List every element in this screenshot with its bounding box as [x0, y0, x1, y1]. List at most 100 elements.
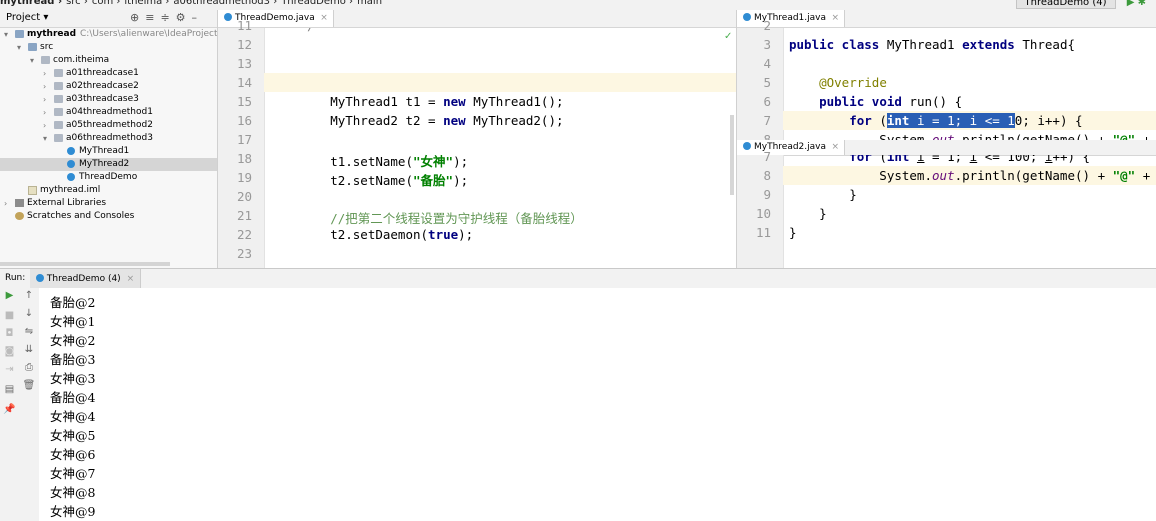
scroll-to-end-icon[interactable]: ⇊ [19, 344, 39, 355]
chevron-right-icon[interactable]: › [4, 197, 12, 210]
code-line[interactable]: @Override [789, 75, 887, 90]
camera-icon[interactable]: ◘ [0, 328, 19, 339]
breadcrumb-item[interactable]: a06threadmethod3 › [173, 0, 277, 7]
tree-item[interactable]: › a04threadmethod1 [0, 106, 217, 119]
code-line[interactable]: MyThread2 t2 = new MyThread2(); [270, 113, 563, 128]
code-line[interactable]: t1.setName("女神"); [270, 151, 468, 170]
hide-icon[interactable]: – [192, 11, 204, 24]
soft-wrap-icon[interactable]: ⇋ [19, 326, 39, 337]
run-icon[interactable]: ▶ [1127, 0, 1135, 8]
console-line: 女神@5 [50, 428, 96, 443]
breadcrumb-item[interactable]: itheima › [124, 0, 169, 7]
tree-item[interactable]: MyThread2 [0, 158, 217, 171]
code-area[interactable]: for (int i = 1; i <= 100; i++) { System.… [783, 155, 1156, 268]
tree-item[interactable]: › a05threadmethod2 [0, 119, 217, 132]
tree-item[interactable]: ▾ src [0, 41, 217, 54]
code-line[interactable]: t2.setName("备胎"); [270, 170, 468, 189]
tree-item[interactable]: › a01threadcase1 [0, 67, 217, 80]
locate-icon[interactable]: ⊕ [130, 11, 145, 24]
line-number: 7 [763, 149, 771, 164]
run-config-select[interactable]: ThreadDemo (4) [1015, 0, 1116, 9]
chevron-right-icon[interactable]: › [43, 119, 51, 132]
breadcrumb-item[interactable]: mythread › [0, 0, 62, 7]
debug-icon[interactable]: ✱ [1138, 0, 1146, 8]
editor-scrollbar[interactable] [730, 115, 734, 195]
code-line[interactable]: for (int i = 1; i <= 10; i++) { [789, 113, 1083, 128]
package-icon [54, 108, 63, 116]
breadcrumb-item[interactable]: com › [92, 0, 121, 7]
line-number: 11 [755, 225, 771, 240]
code-line[interactable]: public void run() { [789, 94, 962, 109]
code-line[interactable]: } [789, 206, 827, 221]
pin-icon[interactable]: 📌 [0, 404, 19, 415]
code-line[interactable]: MyThread1 t1 = new MyThread1(); [270, 94, 563, 109]
tree-item[interactable]: ▾ com.itheima [0, 54, 217, 67]
close-tab-icon[interactable]: × [320, 10, 328, 27]
expand-all-icon[interactable]: ≡ [145, 11, 160, 24]
scroll-up-icon[interactable]: ↑ [19, 290, 39, 301]
close-tab-icon[interactable]: × [127, 274, 135, 284]
line-number: 9 [763, 187, 771, 202]
console-output[interactable]: 备胎@2 女神@1 女神@2 备胎@3 女神@3 备胎@4 女神@4 女神@5 女神@6 女神@7… [39, 288, 1156, 521]
settings-gear-icon[interactable]: ⚙ [176, 11, 192, 24]
package-icon [41, 56, 50, 64]
print-icon[interactable]: ⎙ [19, 362, 39, 373]
tree-item[interactable]: › External Libraries [0, 197, 217, 210]
inspection-ok-icon: ✓ [724, 31, 733, 42]
code-line[interactable]: System.out.println(getName() + "@" + i); [789, 168, 1156, 183]
project-header: Project ▾ ⊕≡≑⚙– [0, 10, 217, 28]
current-line-highlight [264, 73, 736, 92]
tree-item[interactable]: ▾ a06threadmethod3 [0, 132, 217, 145]
code-line[interactable]: for (int i = 1; i <= 100; i++) { [789, 155, 1090, 164]
project-view-selector[interactable]: Project ▾ [6, 12, 48, 23]
project-scrollbar[interactable] [0, 262, 170, 266]
code-area[interactable]: public class MyThread1 extends Thread{ @… [783, 28, 1156, 140]
tree-item[interactable]: › a03threadcase3 [0, 93, 217, 106]
chevron-down-icon[interactable]: ▾ [30, 54, 38, 67]
class-icon [67, 173, 75, 181]
console-line: 女神@3 [50, 371, 96, 386]
line-number: 23 [236, 246, 252, 261]
code-line[interactable]: public class MyThread1 extends Thread{ [789, 37, 1075, 52]
tree-item[interactable]: ThreadDemo [0, 171, 217, 184]
tree-item[interactable]: › a02threadcase2 [0, 80, 217, 93]
chevron-right-icon[interactable]: › [43, 106, 51, 119]
chevron-right-icon[interactable]: › [43, 93, 51, 106]
code-line[interactable]: */ [270, 28, 315, 33]
tree-item-label: a04threadmethod1 [66, 107, 153, 117]
chevron-down-icon[interactable]: ▾ [17, 41, 25, 54]
layout-icon[interactable]: ▤ [0, 384, 19, 395]
tree-item[interactable]: MyThread1 [0, 145, 217, 158]
console-line: 备胎@3 [50, 352, 96, 367]
code-line[interactable]: } [789, 187, 857, 202]
close-tab-icon[interactable]: × [831, 10, 839, 27]
rerun-icon[interactable]: ▶ [0, 290, 19, 301]
trash-icon[interactable]: 🗑 [19, 380, 39, 391]
breadcrumb-item[interactable]: ThreadDemo › [281, 0, 353, 7]
code-line[interactable]: //把第二个线程设置为守护线程（备胎线程） [270, 208, 583, 227]
tree-item[interactable]: mythread.iml [0, 184, 217, 197]
chevron-right-icon[interactable]: › [43, 80, 51, 93]
chevron-down-icon[interactable]: ▾ [43, 132, 51, 145]
tree-item[interactable]: ▾ mythreadC:\Users\alienware\IdeaProjects… [0, 28, 217, 41]
run-tab-threaddemo[interactable]: ThreadDemo (4) × [30, 269, 142, 289]
exit-icon[interactable]: ⇥ [0, 364, 19, 375]
tree-item-path: C:\Users\alienware\IdeaProjects\basic- [80, 29, 218, 39]
code-line[interactable]: t2.setDaemon(true); [270, 227, 473, 242]
code-line[interactable]: System.out.println(getName() + "@" + i); [789, 132, 1156, 140]
run-toolbar-left: ▶ ■ ◘ ◙ ⇥ ▤ 📌 [0, 288, 20, 521]
line-number: 4 [763, 56, 771, 71]
chevron-right-icon[interactable]: › [43, 67, 51, 80]
scroll-down-icon[interactable]: ↓ [19, 308, 39, 319]
restore-layout-icon[interactable]: ◙ [0, 346, 19, 357]
breadcrumb-item[interactable]: src › [66, 0, 88, 7]
collapse-all-icon[interactable]: ≑ [160, 11, 175, 24]
breadcrumb-item[interactable]: main [357, 0, 382, 7]
stop-icon[interactable]: ■ [0, 310, 19, 321]
code-line[interactable]: } [789, 225, 797, 240]
code-area[interactable]: */ MyThread1 t1 = new MyThread1(); MyThr… [264, 28, 736, 268]
tree-item[interactable]: Scratches and Consoles [0, 210, 217, 223]
close-tab-icon[interactable]: × [831, 140, 839, 155]
chevron-down-icon[interactable]: ▾ [4, 28, 12, 41]
console-line: 女神@2 [50, 333, 96, 348]
